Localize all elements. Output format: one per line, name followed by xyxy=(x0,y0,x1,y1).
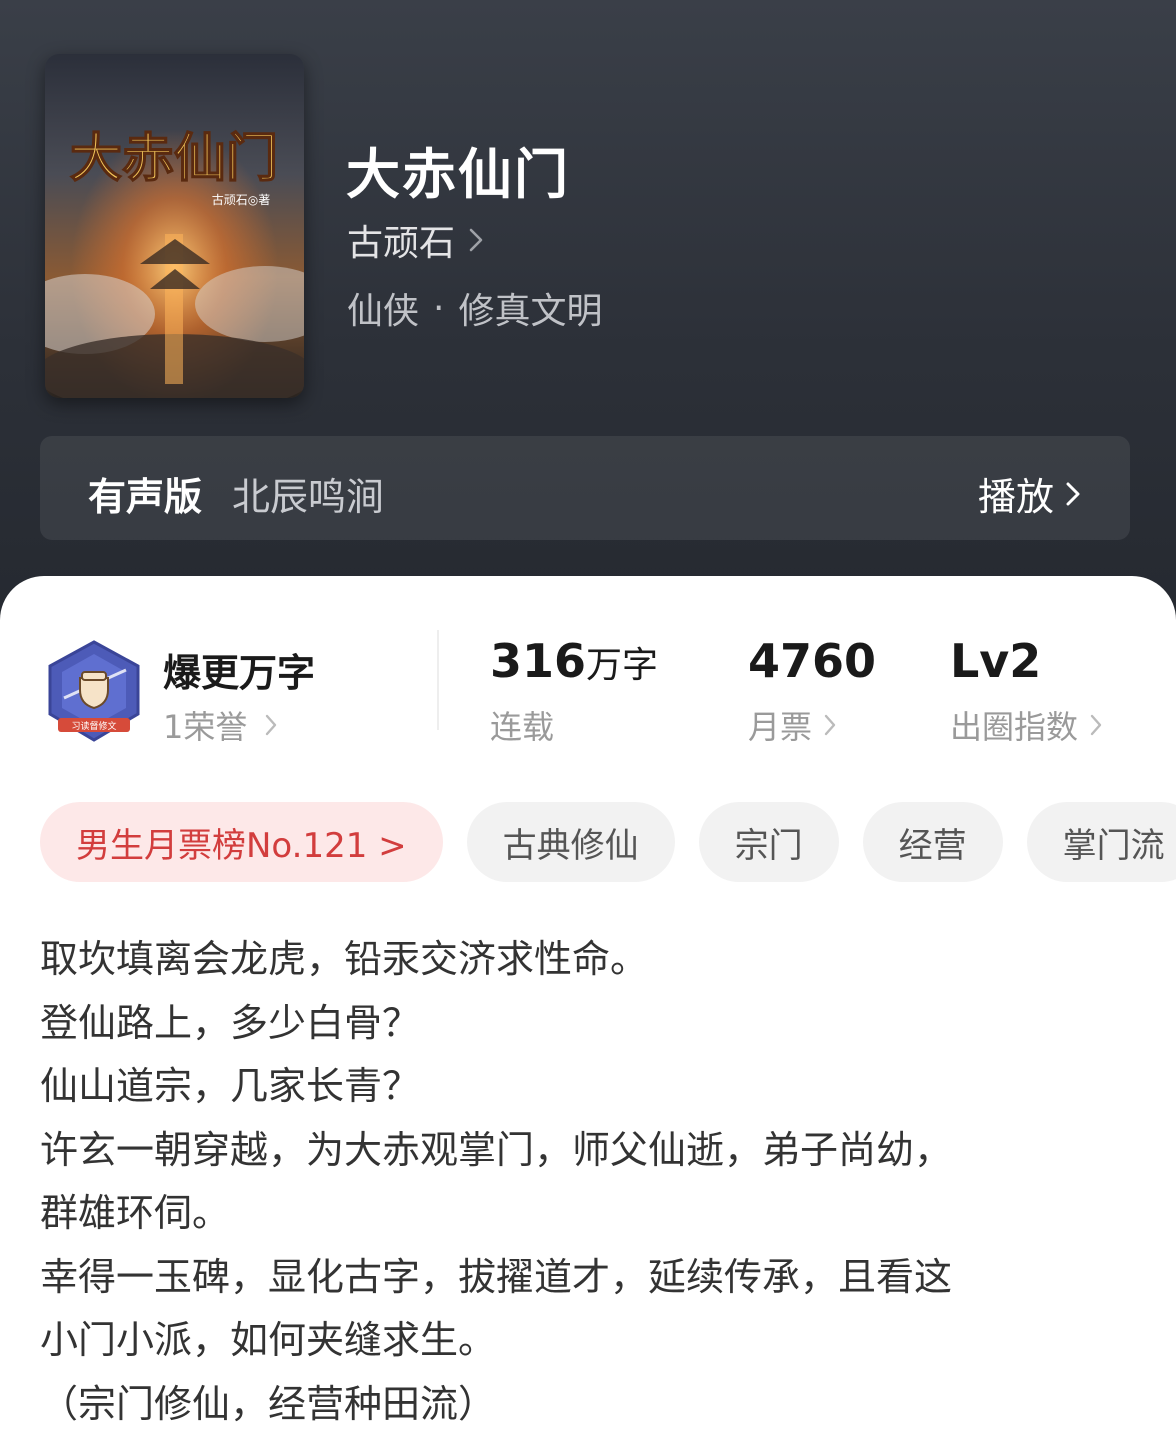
stat-value: 4760 xyxy=(748,634,877,688)
author-name: 古顽石 xyxy=(347,223,456,264)
tag-chip[interactable]: 古典修仙 xyxy=(466,802,675,882)
synopsis-line: 幸得一玉碑，显化古字，拔擢道才，延续传承，且看这 xyxy=(40,1254,953,1299)
synopsis-line: 小门小派，如何夹缝求生。 xyxy=(40,1318,497,1362)
author-link[interactable]: 古顽石 xyxy=(347,214,483,266)
genre-main[interactable]: 仙侠 xyxy=(347,282,419,334)
honor-title: 爆更万字 xyxy=(163,651,316,695)
book-cover[interactable]: 大赤仙门 古顽石◎著 xyxy=(45,54,304,398)
stat-value: Lv2 xyxy=(950,634,1042,688)
play-button[interactable]: 播放 xyxy=(978,466,1080,521)
audio-narrator: 北辰鸣涧 xyxy=(232,475,385,519)
honor-link[interactable]: 1荣誉 xyxy=(163,702,277,748)
stat-word-count: 316 万字 连载 xyxy=(490,634,658,748)
badge-ribbon-text: 习读督修文 xyxy=(71,720,116,732)
audio-version-bar[interactable]: 有声版 北辰鸣涧 播放 xyxy=(40,436,1130,540)
chevron-right-icon xyxy=(1066,482,1080,505)
cover-author-mark: 古顽石◎著 xyxy=(212,192,270,207)
synopsis-line: 群雄环伺。 xyxy=(40,1191,231,1235)
tag-row: 男生月票榜No.121 > 古典修仙 宗门 经营 掌门流 xyxy=(40,802,1176,882)
stat-label: 月票 xyxy=(748,708,813,746)
tag-chip[interactable]: 掌门流 xyxy=(1026,802,1176,882)
rank-tag[interactable]: 男生月票榜No.121 > xyxy=(40,802,443,882)
stat-popularity-index[interactable]: Lv2 出圈指数 xyxy=(950,634,1102,748)
cover-art: 大赤仙门 古顽石◎著 xyxy=(45,54,304,398)
tag-chip[interactable]: 宗门 xyxy=(698,802,839,882)
book-info-card: 习读督修文 爆更万字 1荣誉 316 万字 连载 4760 月票 Lv2 出圈指… xyxy=(0,576,1176,1444)
stat-label: 出圈指数 xyxy=(950,708,1079,746)
stat-label: 连载 xyxy=(490,708,555,746)
honor-badge-icon[interactable]: 习读督修文 xyxy=(44,640,144,744)
book-header: 大赤仙门 古顽石◎著 大赤仙门 古顽石 仙侠 · 修真文明 有声版 北辰鸣涧 播… xyxy=(0,0,1176,640)
book-title: 大赤仙门 xyxy=(346,142,570,206)
play-label: 播放 xyxy=(977,475,1054,519)
honor-count: 1荣誉 xyxy=(163,708,248,746)
tag-chip[interactable]: 经营 xyxy=(862,802,1003,882)
synopsis-line: （宗门修仙，经营种田流） xyxy=(40,1381,497,1426)
cover-title-art: 大赤仙门 xyxy=(70,128,278,189)
synopsis-line: 仙山道宗，几家长青？ xyxy=(40,1064,421,1108)
genre-sub[interactable]: 修真文明 xyxy=(458,282,602,334)
synopsis-line: 许玄一朝穿越，为大赤观掌门，师父仙逝，弟子尚幼， xyxy=(40,1127,953,1172)
genre-line: 仙侠 · 修真文明 xyxy=(347,282,602,334)
stat-value: 316 xyxy=(490,634,587,688)
stats-divider xyxy=(437,630,439,730)
chevron-right-icon xyxy=(469,228,483,252)
synopsis-line: 取坎填离会龙虎，铅汞交济求性命。 xyxy=(40,937,649,981)
synopsis: 取坎填离会龙虎，铅汞交济求性命。 登仙路上，多少白骨？ 仙山道宗，几家长青？ 许… xyxy=(40,928,1136,1436)
chevron-right-icon xyxy=(824,714,836,736)
genre-separator: · xyxy=(433,287,445,329)
audio-label: 有声版 xyxy=(88,475,203,519)
chevron-right-icon xyxy=(266,714,277,736)
chevron-right-icon xyxy=(1090,714,1102,736)
stat-monthly-tickets[interactable]: 4760 月票 xyxy=(748,634,876,748)
synopsis-line: 登仙路上，多少白骨？ xyxy=(40,1000,421,1045)
stat-unit: 万字 xyxy=(586,645,659,686)
